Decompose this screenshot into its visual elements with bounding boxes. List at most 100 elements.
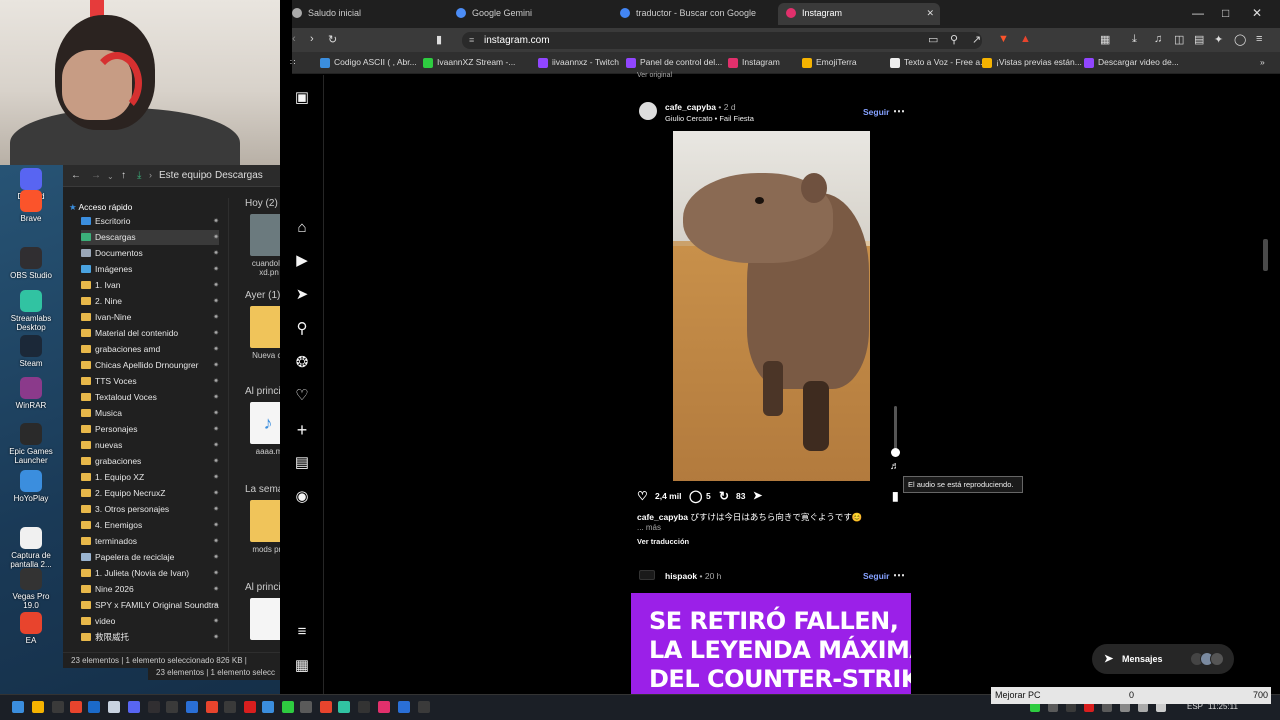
desktop-shortcut[interactable]: OBS Studio xyxy=(4,247,58,280)
like-heart-icon[interactable]: ♡ xyxy=(637,489,648,503)
reels-icon[interactable]: ▶ xyxy=(292,251,312,271)
app-icon[interactable] xyxy=(148,701,160,713)
app-icon[interactable] xyxy=(262,701,274,713)
close-tab-icon[interactable]: ✕ xyxy=(926,3,934,23)
site-settings-icon[interactable]: ≡ xyxy=(469,32,474,49)
menu-icon[interactable]: ≡ xyxy=(1256,33,1262,45)
pin-icon[interactable]: ✷ xyxy=(213,534,219,549)
apps-grid-icon[interactable]: ∷ xyxy=(290,57,295,68)
post-options-icon[interactable]: ⋯ xyxy=(893,568,905,582)
pin-icon[interactable]: ✷ xyxy=(213,502,219,517)
app-icon[interactable] xyxy=(378,701,390,713)
pin-icon[interactable]: ✷ xyxy=(213,422,219,437)
desktop-shortcut[interactable]: WinRAR xyxy=(4,377,58,410)
app-icon[interactable] xyxy=(108,701,120,713)
pin-icon[interactable]: ✷ xyxy=(213,614,219,629)
follow-button[interactable]: Seguir xyxy=(863,571,889,581)
dashboard-icon[interactable]: ▤ xyxy=(292,453,312,473)
tree-item[interactable]: Ivan-Nine ✷ xyxy=(81,310,219,325)
post-media[interactable]: ♬ xyxy=(631,130,911,481)
address-bar[interactable]: ≡ instagram.com xyxy=(462,32,982,49)
file-group-header[interactable]: Al princi xyxy=(245,386,281,397)
file-explorer-icon[interactable] xyxy=(32,701,44,713)
desktop-shortcut[interactable]: HoYoPlay xyxy=(4,470,58,503)
pin-icon[interactable]: ✷ xyxy=(213,326,219,341)
reading-list-icon[interactable]: ◫ xyxy=(1174,33,1184,46)
brave-icon[interactable] xyxy=(70,701,82,713)
page-scrollbar[interactable] xyxy=(1263,239,1268,271)
pin-icon[interactable]: ✷ xyxy=(213,278,219,293)
mejorar-pc-panel[interactable]: Mejorar PC 0 700 xyxy=(991,687,1271,704)
desktop-shortcut[interactable]: Steam xyxy=(4,335,58,368)
notifications-heart-icon[interactable]: ♡ xyxy=(292,386,312,406)
file-group-header[interactable]: Al princi xyxy=(245,582,281,593)
reload-icon[interactable]: ↻ xyxy=(328,33,337,46)
minimize-button[interactable]: — xyxy=(1192,6,1204,20)
tree-item[interactable]: SPY x FAMILY Original Soundtrack ✷ xyxy=(81,598,219,613)
app-icon[interactable] xyxy=(224,701,236,713)
pin-icon[interactable]: ✷ xyxy=(213,262,219,277)
tab-4[interactable]: Instagram ✕ xyxy=(778,3,940,25)
comments-count[interactable]: 5 xyxy=(706,491,711,501)
bookmark-item[interactable]: iivaannxz - Twitch xyxy=(538,57,619,68)
tree-item[interactable]: terminados ✷ xyxy=(81,534,219,549)
volume-knob[interactable] xyxy=(891,448,900,457)
close-window-button[interactable]: ✕ xyxy=(1252,6,1262,20)
view-original-link[interactable]: Ver original xyxy=(637,72,672,79)
pin-icon[interactable]: ✷ xyxy=(213,310,219,325)
pin-icon[interactable]: ✷ xyxy=(213,598,219,613)
file-group-header[interactable]: Ayer (1) xyxy=(245,290,280,301)
obs-icon[interactable] xyxy=(52,701,64,713)
bookmark-item[interactable]: IvaannXZ Stream -... xyxy=(423,57,515,68)
tree-item[interactable]: 2. Equipo NecruxZ ✷ xyxy=(81,486,219,501)
save-bookmark-icon[interactable]: ▮ xyxy=(892,489,899,503)
instagram-logo-icon[interactable]: ▣ xyxy=(292,88,312,108)
search-icon[interactable]: ⚲ xyxy=(292,319,312,339)
zoom-icon[interactable]: ⚲ xyxy=(950,33,958,46)
tab-1[interactable]: Saludo inicial xyxy=(292,3,454,25)
tree-item[interactable]: 2. Nine ✷ xyxy=(81,294,219,309)
pin-icon[interactable]: ✷ xyxy=(213,246,219,261)
tree-item[interactable]: Descargas ✷ xyxy=(81,230,219,245)
home-icon[interactable]: ⌂ xyxy=(292,218,312,238)
tree-item[interactable]: Chicas Apellido Drnoungrer ✷ xyxy=(81,358,219,373)
pin-icon[interactable]: ✷ xyxy=(213,582,219,597)
app-icon[interactable] xyxy=(186,701,198,713)
tree-item[interactable]: Documentos ✷ xyxy=(81,246,219,261)
more-bookmarks-icon[interactable]: » xyxy=(1260,57,1265,67)
app-icon[interactable] xyxy=(300,701,312,713)
tree-item[interactable]: 1. Equipo XZ ✷ xyxy=(81,470,219,485)
desktop-shortcut[interactable]: Epic Games Launcher xyxy=(4,423,58,465)
volume-slider[interactable] xyxy=(894,406,897,454)
bookmark-item[interactable]: EmojiTerra xyxy=(802,57,857,68)
tree-item[interactable]: Nine 2026 ✷ xyxy=(81,582,219,597)
sidebar-icon[interactable]: ▦ xyxy=(1100,33,1110,46)
tree-item[interactable]: 救限威托 ✷ xyxy=(81,630,219,645)
bookmark-item[interactable]: Descargar video de... xyxy=(1084,57,1179,68)
app-icon[interactable] xyxy=(418,701,430,713)
downloads-icon[interactable]: ⤓ xyxy=(1132,33,1137,46)
caption-more-link[interactable]: ... más xyxy=(637,523,661,532)
back-icon[interactable]: ← xyxy=(71,170,81,181)
app-icon[interactable] xyxy=(166,701,178,713)
breadcrumb-this-pc[interactable]: Este equipo xyxy=(159,170,212,181)
file-group-header[interactable]: La sema xyxy=(245,484,283,495)
tree-item[interactable]: Papelera de reciclaje ✷ xyxy=(81,550,219,565)
messages-button[interactable]: ➤ Mensajes xyxy=(1092,644,1234,674)
pin-icon[interactable]: ✷ xyxy=(213,454,219,469)
app-icon[interactable] xyxy=(128,701,140,713)
tab-3[interactable]: traductor - Buscar con Google xyxy=(620,3,782,25)
vpn-icon[interactable]: ◯ xyxy=(1234,33,1246,46)
tree-item[interactable]: Escritorio ✷ xyxy=(81,214,219,229)
post-username[interactable]: hispaok • 20 h xyxy=(665,571,721,581)
explore-icon[interactable]: ❂ xyxy=(292,353,312,373)
desktop-shortcut[interactable]: Vegas Pro 19.0 xyxy=(4,568,58,610)
pin-icon[interactable]: ✷ xyxy=(213,550,219,565)
avatar[interactable] xyxy=(639,570,655,580)
follow-button[interactable]: Seguir xyxy=(863,107,889,117)
cast-icon[interactable]: ▭ xyxy=(928,33,938,46)
tree-item[interactable]: 4. Enemigos ✷ xyxy=(81,518,219,533)
pin-icon[interactable]: ✷ xyxy=(213,630,219,645)
maximize-button[interactable]: □ xyxy=(1222,6,1229,20)
likes-count[interactable]: 2,4 mil xyxy=(655,491,681,501)
